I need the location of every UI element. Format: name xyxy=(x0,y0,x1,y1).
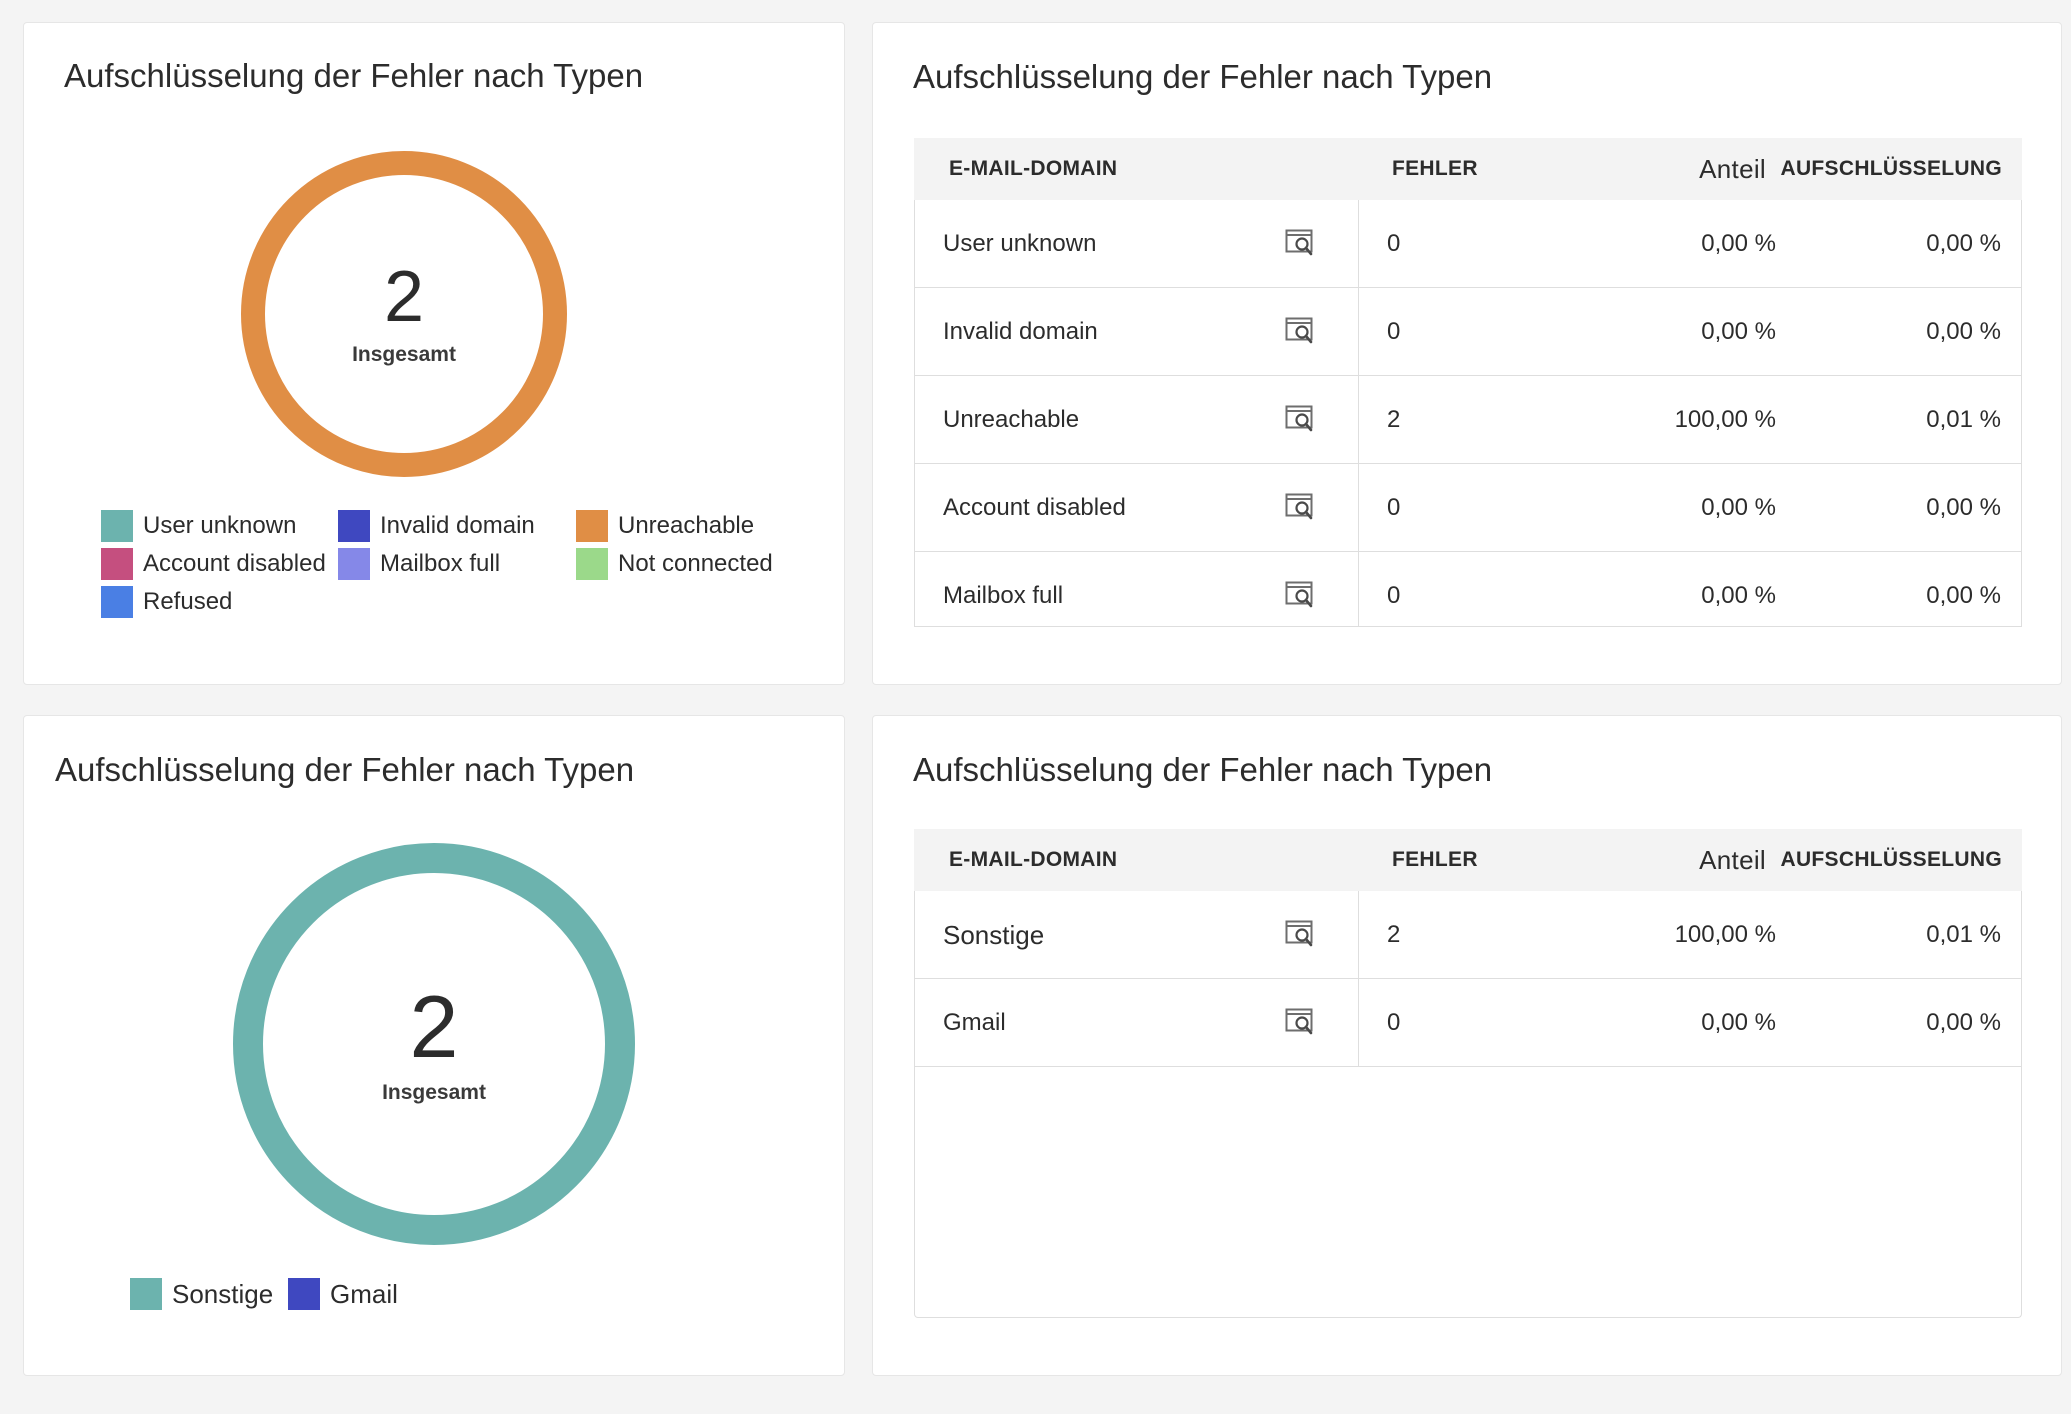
legend-item-unreachable[interactable]: Unreachable xyxy=(576,510,754,542)
legend-item-not-connected[interactable]: Not connected xyxy=(576,548,773,580)
column-header-domain[interactable]: E-MAIL-DOMAIN xyxy=(949,829,1117,891)
legend-swatch xyxy=(338,510,370,542)
error-type-table: E-MAIL-DOMAIN FEHLER Anteil AUFSCHLÜSSEL… xyxy=(914,138,2022,627)
inspect-icon[interactable] xyxy=(1285,1008,1315,1036)
row-breakdown: 0,00 % xyxy=(1926,318,2001,345)
inspect-icon[interactable] xyxy=(1285,920,1315,948)
table-header: E-MAIL-DOMAIN FEHLER Anteil AUFSCHLÜSSEL… xyxy=(914,829,2022,891)
row-errors: 0 xyxy=(1387,230,1401,257)
row-breakdown: 0,01 % xyxy=(1926,406,2001,433)
card-title: Aufschlüsselung der Fehler nach Typen xyxy=(913,58,1493,95)
legend-item-refused[interactable]: Refused xyxy=(101,586,232,618)
row-breakdown: 0,01 % xyxy=(1926,921,2001,948)
column-header-share[interactable]: Anteil xyxy=(1699,138,1766,200)
donut-chart[interactable]: 2 Insgesamt xyxy=(233,843,635,1245)
legend-label: User unknown xyxy=(143,512,297,539)
legend-swatch xyxy=(101,586,133,618)
row-name: Unreachable xyxy=(943,406,1080,433)
domain-table-card: Aufschlüsselung der Fehler nach Typen E-… xyxy=(872,715,2062,1376)
donut-total-label: Insgesamt xyxy=(352,343,456,366)
legend-item-sonstige[interactable]: Sonstige xyxy=(130,1278,273,1310)
legend-label: Account disabled xyxy=(143,550,326,577)
card-title: Aufschlüsselung der Fehler nach Typen xyxy=(64,57,644,94)
donut-total-label: Insgesamt xyxy=(382,1081,486,1104)
row-errors: 0 xyxy=(1387,494,1401,521)
row-name: Invalid domain xyxy=(943,318,1098,345)
column-header-breakdown[interactable]: AUFSCHLÜSSELUNG xyxy=(1780,138,2002,200)
legend-label: Unreachable xyxy=(618,512,755,539)
legend-swatch xyxy=(101,510,133,542)
table-row[interactable]: Sonstige 2 100,00 % 0,01 % xyxy=(915,891,2021,979)
table-row[interactable]: User unknown 0 0,00 % 0,00 % xyxy=(915,200,2021,288)
column-header-errors[interactable]: FEHLER xyxy=(1392,138,1478,200)
column-header-share[interactable]: Anteil xyxy=(1699,829,1766,891)
row-errors: 2 xyxy=(1387,406,1401,433)
row-share: 0,00 % xyxy=(1701,318,1776,345)
card-title: Aufschlüsselung der Fehler nach Typen xyxy=(55,751,635,788)
row-errors: 2 xyxy=(1387,921,1401,948)
table-body: Sonstige 2 100,00 % 0,01 % Gmail 0 0,00 … xyxy=(914,891,2022,1318)
table-header: E-MAIL-DOMAIN FEHLER Anteil AUFSCHLÜSSEL… xyxy=(914,138,2022,200)
table-row[interactable]: Unreachable 2 100,00 % 0,01 % xyxy=(915,376,2021,464)
legend-swatch xyxy=(338,548,370,580)
row-breakdown: 0,00 % xyxy=(1926,494,2001,521)
row-share: 100,00 % xyxy=(1674,921,1776,948)
donut-total-value: 2 xyxy=(409,977,459,1076)
column-header-domain[interactable]: E-MAIL-DOMAIN xyxy=(949,138,1117,200)
row-breakdown: 0,00 % xyxy=(1926,1009,2001,1036)
column-header-errors[interactable]: FEHLER xyxy=(1392,829,1478,891)
row-name: Gmail xyxy=(943,1009,1006,1036)
donut-chart[interactable]: 2 Insgesamt xyxy=(241,151,567,477)
error-type-table-card: Aufschlüsselung der Fehler nach Typen E-… xyxy=(872,22,2062,685)
row-errors: 0 xyxy=(1387,1009,1401,1036)
row-breakdown: 0,00 % xyxy=(1926,582,2001,609)
row-name: User unknown xyxy=(943,230,1097,257)
row-breakdown: 0,00 % xyxy=(1926,230,2001,257)
legend-label: Gmail xyxy=(330,1278,398,1309)
table-row[interactable]: Account disabled 0 0,00 % 0,00 % xyxy=(915,464,2021,552)
legend-item-user-unknown[interactable]: User unknown xyxy=(101,510,296,542)
row-errors: 0 xyxy=(1387,318,1401,345)
legend-swatch xyxy=(576,510,608,542)
legend-item-account-disabled[interactable]: Account disabled xyxy=(101,548,326,580)
row-share: 100,00 % xyxy=(1674,406,1776,433)
legend-label: Mailbox full xyxy=(380,550,501,577)
legend-label: Sonstige xyxy=(172,1278,274,1309)
domain-table: E-MAIL-DOMAIN FEHLER Anteil AUFSCHLÜSSEL… xyxy=(914,829,2022,1318)
row-share: 0,00 % xyxy=(1701,230,1776,257)
legend-label: Refused xyxy=(143,588,233,615)
inspect-icon[interactable] xyxy=(1285,405,1315,433)
inspect-icon[interactable] xyxy=(1285,493,1315,521)
legend-swatch xyxy=(288,1278,320,1310)
domain-donut-card: Aufschlüsselung der Fehler nach Typen 2 … xyxy=(23,715,845,1376)
row-name: Mailbox full xyxy=(943,582,1064,609)
legend-swatch xyxy=(101,548,133,580)
legend-label: Not connected xyxy=(618,550,773,577)
row-share: 0,00 % xyxy=(1701,494,1776,521)
legend-item-invalid-domain[interactable]: Invalid domain xyxy=(338,510,535,542)
inspect-icon[interactable] xyxy=(1285,581,1315,609)
table-row[interactable]: Invalid domain 0 0,00 % 0,00 % xyxy=(915,288,2021,376)
inspect-icon[interactable] xyxy=(1285,229,1315,257)
donut-total-value: 2 xyxy=(383,257,425,337)
table-body: User unknown 0 0,00 % 0,00 % Invalid dom… xyxy=(914,200,2022,627)
row-share: 0,00 % xyxy=(1701,1009,1776,1036)
row-share: 0,00 % xyxy=(1701,582,1776,609)
column-header-breakdown[interactable]: AUFSCHLÜSSELUNG xyxy=(1780,829,2002,891)
legend-item-gmail[interactable]: Gmail xyxy=(288,1278,398,1310)
error-type-donut-card: Aufschlüsselung der Fehler nach Typen 2 … xyxy=(23,22,845,685)
row-name: Sonstige xyxy=(943,920,1045,950)
legend-item-mailbox-full[interactable]: Mailbox full xyxy=(338,548,500,580)
inspect-icon[interactable] xyxy=(1285,317,1315,345)
row-name: Account disabled xyxy=(943,494,1126,521)
row-errors: 0 xyxy=(1387,582,1401,609)
legend-swatch xyxy=(130,1278,162,1310)
legend-swatch xyxy=(576,548,608,580)
legend-label: Invalid domain xyxy=(380,512,535,539)
table-row[interactable]: Gmail 0 0,00 % 0,00 % xyxy=(915,979,2021,1067)
table-row[interactable]: Mailbox full 0 0,00 % 0,00 % xyxy=(915,552,2021,626)
card-title: Aufschlüsselung der Fehler nach Typen xyxy=(913,751,1493,788)
